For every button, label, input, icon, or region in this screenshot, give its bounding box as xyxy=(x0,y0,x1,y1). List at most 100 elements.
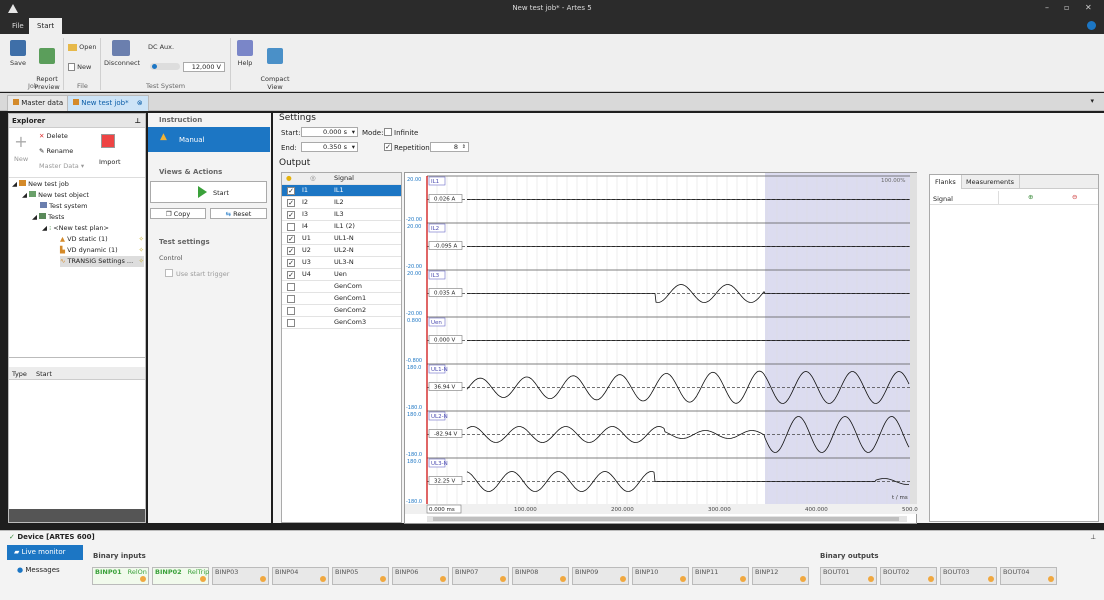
pin-icon[interactable]: ⊥ xyxy=(1090,533,1096,541)
tab-menu-chevron-icon[interactable]: ▾ xyxy=(1090,97,1094,105)
binary-input[interactable]: BINP01 RelOn xyxy=(92,567,149,585)
repetitions-input[interactable]: 8 ⇕ xyxy=(430,142,469,152)
slider-knob[interactable] xyxy=(152,64,157,69)
tree-item-vd-dynamic[interactable]: ▙ VD dynamic (1) ✧ xyxy=(60,245,144,256)
end-time-input[interactable]: 0.350 s ▾ xyxy=(301,142,358,152)
tab-master-data[interactable]: Master data xyxy=(7,95,70,111)
reset-button[interactable]: ⇆ Reset xyxy=(210,208,267,219)
signal-checkbox[interactable] xyxy=(287,223,295,231)
tree-item-test-object[interactable]: ◢ New test object xyxy=(22,190,89,201)
signal-row[interactable]: GenCom xyxy=(282,281,401,293)
tab-measurements[interactable]: Measurements xyxy=(961,175,1021,189)
start-button[interactable]: Start xyxy=(150,181,267,203)
binary-output[interactable]: BOUT02 xyxy=(880,567,937,585)
binary-input[interactable]: BINP11 xyxy=(692,567,749,585)
signal-checkbox[interactable]: ✓ xyxy=(287,247,295,255)
binary-input[interactable]: BINP09 xyxy=(572,567,629,585)
dropdown-icon[interactable]: ▾ xyxy=(352,128,355,137)
signal-row[interactable]: I4 IL1 (2) xyxy=(282,221,401,233)
binary-output[interactable]: BOUT03 xyxy=(940,567,997,585)
live-monitor-button[interactable]: ▰ Live monitor xyxy=(7,545,83,560)
tree-item-transig[interactable]: ∿ TRANSIG Settings ... ✧ xyxy=(60,256,144,267)
led-icon xyxy=(740,576,746,582)
tab-file[interactable]: File xyxy=(4,18,32,34)
signal-checkbox[interactable] xyxy=(287,319,295,327)
use-start-trigger-checkbox[interactable] xyxy=(165,269,173,277)
tab-start[interactable]: Start xyxy=(29,18,63,34)
flanks-signal-header: Signal xyxy=(933,195,953,203)
binary-output[interactable]: BOUT04 xyxy=(1000,567,1057,585)
signal-row[interactable]: ✓ U1 UL1-N xyxy=(282,233,401,245)
binary-input[interactable]: BINP02 RelTrip xyxy=(152,567,209,585)
signal-checkbox[interactable]: ✓ xyxy=(287,211,295,219)
open-button[interactable]: Open xyxy=(68,43,96,51)
start-time-input[interactable]: 0.000 s ▾ xyxy=(301,127,358,137)
tree-item-test-plan[interactable]: ◢ ⁝ <New test plan> xyxy=(42,223,109,234)
signal-row[interactable]: ✓ I1 IL1 xyxy=(282,185,401,197)
tree-item-test-system[interactable]: Test system xyxy=(40,201,87,212)
manual-instruction[interactable]: ▲ Manual xyxy=(148,127,270,152)
disconnect-button[interactable]: Disconnect xyxy=(104,40,140,67)
track-top-label: 20.00 xyxy=(407,271,421,277)
add-icon[interactable]: + xyxy=(13,134,29,150)
signal-row[interactable]: ✓ U2 UL2-N xyxy=(282,245,401,257)
binary-input[interactable]: BINP05 xyxy=(332,567,389,585)
dropdown-icon[interactable]: ▾ xyxy=(352,143,355,152)
binary-input[interactable]: BINP08 xyxy=(512,567,569,585)
tree-item-vd-static[interactable]: ▲ VD static (1) ✧ xyxy=(60,234,144,245)
tree-item-new-test-job[interactable]: ◢ New test job xyxy=(12,179,69,190)
import-icon[interactable] xyxy=(101,134,115,148)
flanks-panel: Flanks Measurements Signal ⊕ ⊖ xyxy=(929,174,1099,522)
signal-row[interactable]: ✓ U3 UL3-N xyxy=(282,257,401,269)
binary-output[interactable]: BOUT01 xyxy=(820,567,877,585)
binary-input[interactable]: BINP12 xyxy=(752,567,809,585)
copy-button[interactable]: ❐ Copy xyxy=(150,208,206,219)
minimize-icon[interactable]: – xyxy=(1045,3,1049,12)
dc-aux-slider[interactable] xyxy=(150,63,180,70)
signal-checkbox[interactable]: ✓ xyxy=(287,259,295,267)
help-button[interactable]: Help xyxy=(234,40,256,67)
info-icon[interactable] xyxy=(1087,21,1096,30)
messages-button[interactable]: ● Messages xyxy=(17,566,60,574)
remove-flank-icon[interactable]: ⊖ xyxy=(1072,193,1077,201)
signal-checkbox[interactable] xyxy=(287,295,295,303)
tab-flanks[interactable]: Flanks xyxy=(930,175,962,189)
signal-row[interactable]: ✓ I2 IL2 xyxy=(282,197,401,209)
tab-new-test-job[interactable]: New test job* ⊗ xyxy=(67,95,149,111)
save-button[interactable]: Save xyxy=(4,40,32,67)
tree-item-tests[interactable]: ◢ Tests xyxy=(32,212,64,223)
repetitions-checkbox[interactable]: ✓ xyxy=(384,143,392,151)
rename-button[interactable]: ✎ Rename xyxy=(39,146,73,157)
binary-input[interactable]: BINP04 xyxy=(272,567,329,585)
signal-checkbox[interactable] xyxy=(287,307,295,315)
binary-input[interactable]: BINP10 xyxy=(632,567,689,585)
new-button[interactable]: New xyxy=(14,154,28,165)
delete-button[interactable]: ✕ Delete xyxy=(39,131,68,142)
import-button[interactable]: Import xyxy=(99,157,121,168)
signal-row[interactable]: ✓ I3 IL3 xyxy=(282,209,401,221)
maximize-icon[interactable]: ▫ xyxy=(1064,3,1069,12)
signal-checkbox[interactable]: ✓ xyxy=(287,271,295,279)
compact-view-button[interactable]: Compact View xyxy=(260,40,290,91)
new-button[interactable]: New xyxy=(68,63,91,71)
close-tab-icon[interactable]: ⊗ xyxy=(137,99,143,107)
signal-row[interactable]: GenCom3 xyxy=(282,317,401,329)
signal-row[interactable]: GenCom2 xyxy=(282,305,401,317)
dc-aux-voltage-input[interactable]: 12,000 V xyxy=(183,62,225,72)
close-icon[interactable]: ✕ xyxy=(1085,3,1092,12)
signal-row[interactable]: ✓ U4 Uen xyxy=(282,269,401,281)
master-data-button[interactable]: Master Data ▾ xyxy=(39,161,84,172)
binary-input[interactable]: BINP07 xyxy=(452,567,509,585)
infinite-checkbox[interactable] xyxy=(384,128,392,136)
signal-checkbox[interactable]: ✓ xyxy=(287,199,295,207)
add-flank-icon[interactable]: ⊕ xyxy=(1028,193,1033,201)
signal-checkbox[interactable]: ✓ xyxy=(287,187,295,195)
pin-icon[interactable]: ⊥ xyxy=(135,114,141,128)
binary-input[interactable]: BINP06 xyxy=(392,567,449,585)
binary-input[interactable]: BINP03 xyxy=(212,567,269,585)
spinner-icon[interactable]: ⇕ xyxy=(462,143,466,152)
signal-checkbox[interactable]: ✓ xyxy=(287,235,295,243)
signal-checkbox[interactable] xyxy=(287,283,295,291)
signal-row[interactable]: GenCom1 xyxy=(282,293,401,305)
report-icon xyxy=(39,48,55,64)
